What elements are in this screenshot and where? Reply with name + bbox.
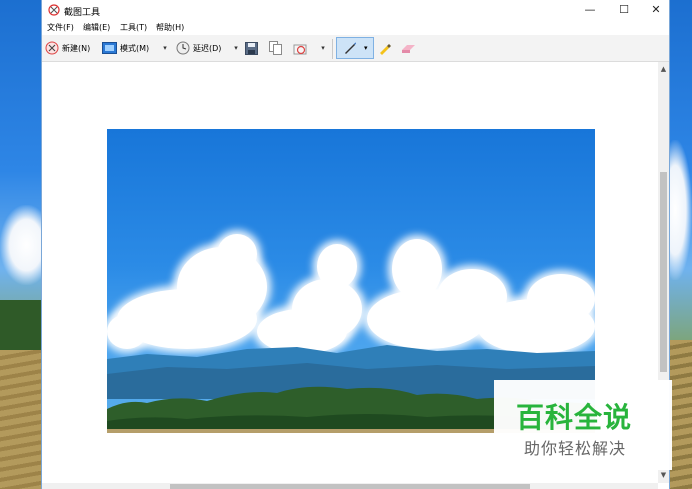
scissors-app-icon (48, 4, 60, 16)
close-button[interactable]: ✕ (640, 0, 672, 20)
send-snip-icon[interactable] (293, 40, 309, 56)
highlighter-icon[interactable] (378, 40, 392, 56)
cloud (527, 274, 595, 324)
mode-label: 模式(M) (120, 43, 150, 53)
delay-button[interactable]: 延迟(D) (176, 40, 221, 56)
desktop-cloud-left (0, 205, 44, 285)
cloud (217, 234, 257, 274)
cloud (292, 279, 362, 339)
window-title: 截图工具 (64, 8, 101, 18)
rectangle-mode-icon (102, 42, 117, 54)
maximize-button[interactable]: ☐ (608, 0, 640, 20)
pen-icon[interactable] (343, 41, 357, 58)
clock-icon (176, 41, 190, 55)
horizontal-scrollbar[interactable] (42, 483, 658, 489)
eraser-icon[interactable] (401, 40, 416, 56)
pen-tool-group[interactable]: ▾ (336, 37, 374, 59)
menu-bar: 文件(F) 编辑(E) 工具(T) 帮助(H) (42, 20, 669, 35)
new-snip-label: 新建(N) (62, 43, 91, 53)
pen-dropdown-icon[interactable]: ▾ (364, 38, 368, 58)
menu-edit[interactable]: 编辑(E) (83, 22, 110, 33)
horizontal-scroll-thumb[interactable] (170, 484, 530, 489)
cloud (392, 239, 442, 299)
save-icon[interactable] (245, 40, 258, 56)
scroll-down-arrow-icon[interactable]: ▼ (658, 471, 669, 479)
copy-icon[interactable] (269, 40, 282, 56)
cloud (317, 244, 357, 289)
scroll-up-arrow-icon[interactable]: ▲ (658, 65, 669, 73)
toolbar: 新建(N) 模式(M) ▾ 延迟(D) ▾ ▾ ▾ (42, 35, 669, 62)
desktop-trees-left (0, 300, 44, 350)
watermark-title: 百科全说 (516, 401, 633, 434)
send-dropdown-icon[interactable]: ▾ (318, 40, 328, 56)
watermark-subtitle: 助你轻松解决 (524, 439, 627, 458)
mode-button[interactable]: 模式(M) (102, 40, 149, 56)
menu-file[interactable]: 文件(F) (47, 22, 74, 33)
toolbar-separator (332, 39, 333, 59)
menu-tools[interactable]: 工具(T) (120, 22, 147, 33)
desktop-field-left (0, 350, 44, 489)
delay-dropdown-icon[interactable]: ▾ (231, 40, 241, 56)
menu-help[interactable]: 帮助(H) (156, 22, 184, 33)
minimize-button[interactable]: — (574, 0, 606, 20)
mode-dropdown-icon[interactable]: ▾ (160, 40, 170, 56)
vertical-scroll-thumb[interactable] (660, 172, 667, 372)
watermark: 百科全说 助你轻松解决 (494, 380, 672, 470)
scissors-icon (45, 41, 59, 55)
title-bar[interactable]: 截图工具 — ☐ ✕ (42, 0, 669, 20)
delay-label: 延迟(D) (193, 43, 222, 53)
new-snip-button[interactable]: 新建(N) (45, 40, 90, 56)
